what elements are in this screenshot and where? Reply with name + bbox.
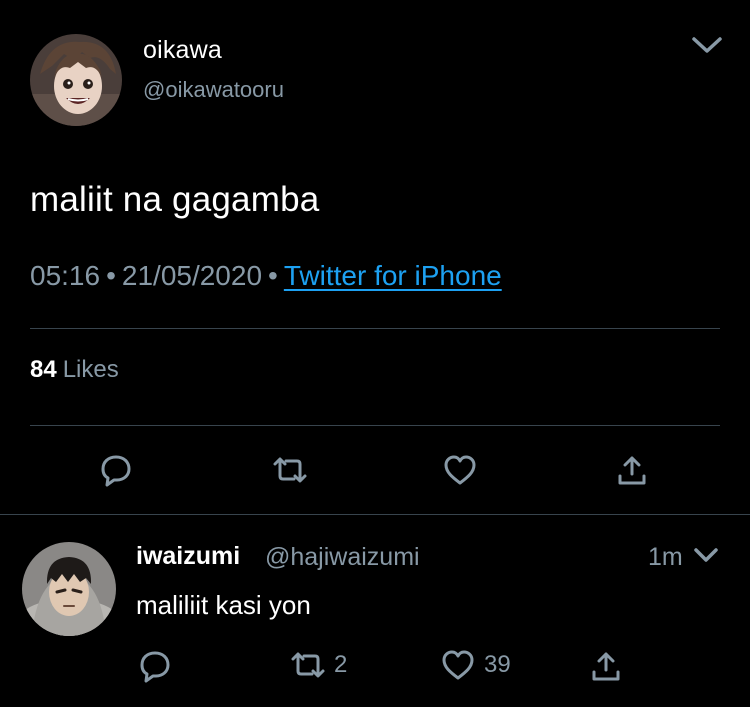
share-button[interactable] <box>614 452 650 488</box>
retweet-button[interactable] <box>272 452 308 488</box>
tweet-source-link[interactable]: Twitter for iPhone <box>284 260 502 291</box>
tweet-meta: 05:16 • 21/05/2020 • Twitter for iPhone <box>30 260 502 292</box>
author-name[interactable]: oikawa <box>143 36 222 65</box>
likes-label: Likes <box>62 356 119 383</box>
retweet-icon <box>273 457 307 483</box>
divider <box>0 514 750 515</box>
reply-share-button[interactable] <box>588 648 624 682</box>
heart-icon <box>444 455 476 485</box>
tweet-time: 05:16 <box>30 260 101 291</box>
author-handle[interactable]: @oikawatooru <box>143 77 284 103</box>
reply-author-avatar[interactable] <box>22 542 116 636</box>
divider <box>30 328 720 329</box>
meta-separator: • <box>268 260 278 291</box>
author-avatar[interactable] <box>30 34 122 126</box>
like-button[interactable] <box>442 452 478 488</box>
reply-reply-button[interactable] <box>137 648 173 683</box>
tweet-text: maliit na gagamba <box>30 180 320 219</box>
likes-count: 84 <box>30 356 57 383</box>
tweet-date: 21/05/2020 <box>121 260 263 291</box>
reply-author-name[interactable]: iwaizumi <box>136 542 240 571</box>
reply-button[interactable] <box>98 452 134 488</box>
reply-retweet-button[interactable]: 2 <box>290 648 347 682</box>
share-icon <box>592 652 620 681</box>
chevron-down-icon[interactable] <box>692 545 720 565</box>
likes-stat[interactable]: 84 Likes <box>30 356 119 384</box>
reply-timestamp: 1m <box>648 543 683 571</box>
retweet-count: 2 <box>334 651 348 678</box>
heart-icon <box>442 650 474 680</box>
comment-icon <box>140 651 170 683</box>
reply-text: maliliit kasi yon <box>136 590 311 620</box>
chevron-down-icon[interactable] <box>690 34 724 56</box>
share-icon <box>618 456 646 485</box>
comment-icon <box>101 455 131 487</box>
like-count: 39 <box>484 651 511 678</box>
retweet-icon <box>291 652 325 678</box>
meta-separator: • <box>106 260 116 291</box>
reply-author-handle[interactable]: @hajiwaizumi <box>265 543 420 572</box>
divider <box>30 425 720 426</box>
reply-like-button[interactable]: 39 <box>440 648 511 682</box>
